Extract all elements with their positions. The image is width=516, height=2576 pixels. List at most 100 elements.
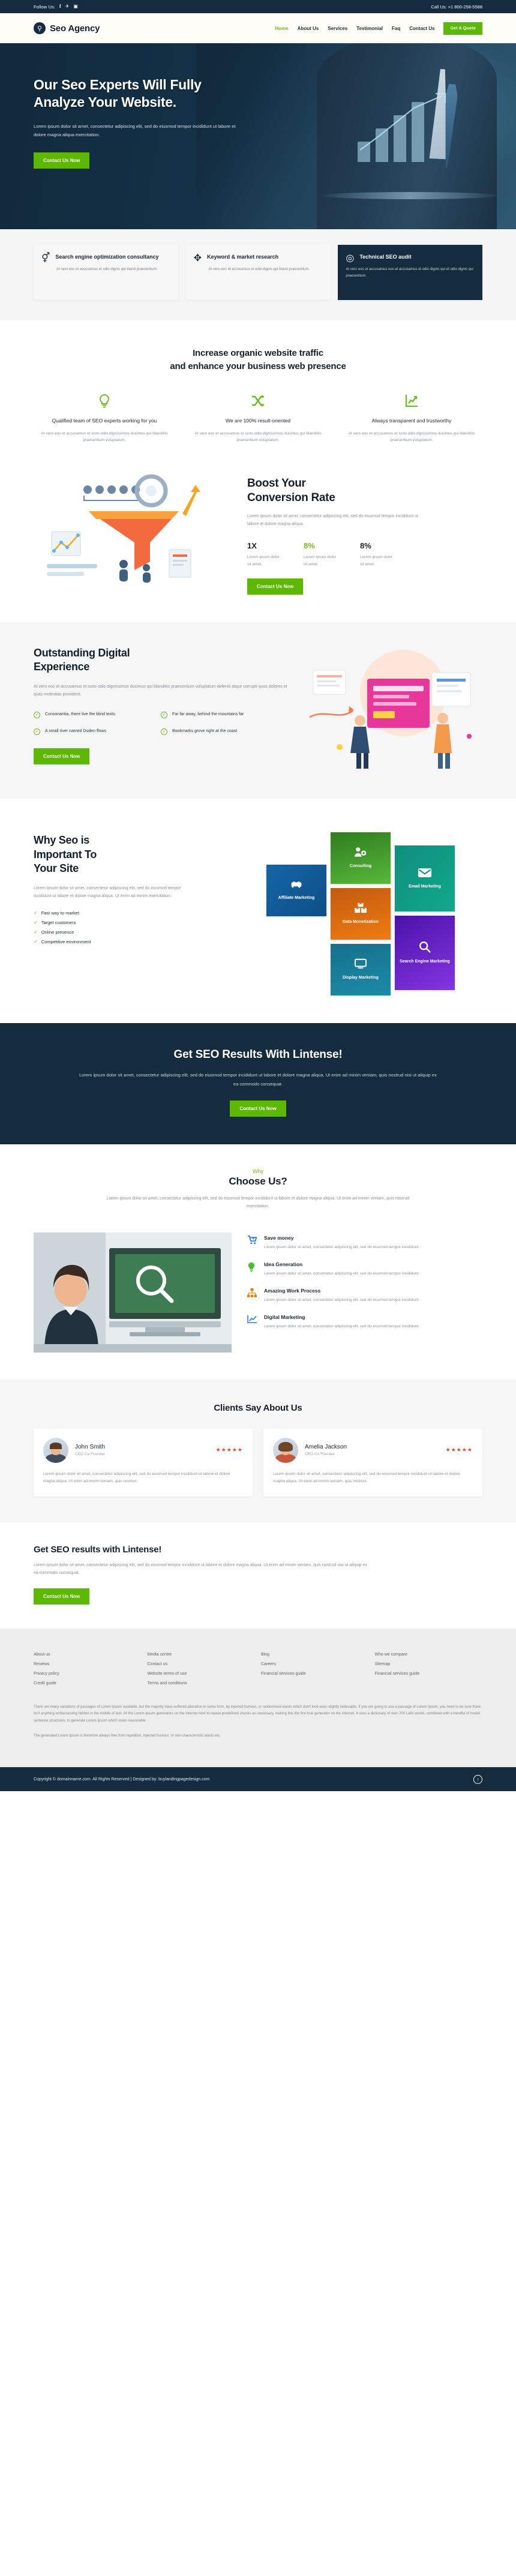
choose-item-title: Amazing Work Process [264, 1287, 321, 1294]
funnel-illustration [34, 474, 232, 594]
nav-item-contact-us[interactable]: Contact Us [409, 26, 434, 31]
choose-item-save-money: Save money Lorem ipsum dolor sit amet, c… [247, 1235, 482, 1251]
cta-title: Get SEO Results With Lintense! [173, 1048, 343, 1061]
results-title: Get SEO results with Lintense! [34, 1545, 162, 1555]
boost-paragraph: Lorem ipsum dolor sit amet, consectetur … [247, 514, 418, 526]
facebook-icon[interactable]: f [59, 4, 61, 9]
check-label: A small river named Duden flows [45, 728, 106, 733]
footer-link-blog[interactable]: Blog [261, 1653, 369, 1657]
boost-contact-button[interactable]: Contact Us Now [247, 578, 304, 595]
footer-note-1: There are many variations of passages of… [34, 1705, 481, 1723]
footer-link-credit-guide[interactable]: Credit guide [34, 1681, 142, 1686]
why-seo-title-line-1: Why Seo is [34, 833, 90, 846]
main-navigation: ⚲ Seo Agency Home About Us Services Test… [0, 13, 516, 43]
footer-link-website-terms[interactable]: Website terms of use [148, 1672, 256, 1676]
service-card-text: At vero eos et accusamus et odio dignis … [208, 268, 310, 271]
testimonial-card: Amelia Jackson CEO Co Founder ★★★★★ Lore… [263, 1428, 482, 1497]
results-contact-button[interactable]: Contact Us Now [34, 1588, 90, 1605]
footer-column-3: Blog Careers Financial services guide [261, 1653, 369, 1691]
nav-item-about-us[interactable]: About Us [298, 26, 319, 31]
footer-link-reviews[interactable]: Reviews [34, 1662, 142, 1666]
check-icon: ✓ [34, 938, 38, 944]
stat-label: Lorem ipsum dolor sit amet. [360, 555, 392, 566]
outstanding-check-list: ✓ Consonantia, there live the blind text… [34, 711, 288, 735]
tile-display-marketing[interactable]: Display Marketing [331, 943, 391, 995]
tile-affiliate-marketing[interactable]: Affiliate Marketing [266, 864, 326, 916]
choose-item-digital-marketing: Digital Marketing Lorem ipsum dolor sit … [247, 1314, 482, 1330]
get-a-quote-button[interactable]: Get A Quote [443, 22, 482, 35]
service-card-title: Search engine optimization consultancy [55, 254, 159, 260]
tile-label: Data Monetization [343, 920, 379, 925]
choose-kicker: Why [253, 1168, 263, 1175]
testimonials-section: Clients Say About Us John Smith CEO Co F… [0, 1378, 516, 1524]
feature-title: Always transparent and trustworthy [371, 417, 452, 424]
check-circle-icon: ✓ [34, 711, 40, 718]
footer-link-about-us[interactable]: About us [34, 1653, 142, 1657]
choose-item-text: Lorem ipsum dolor sit amet, consectetur … [264, 1297, 420, 1302]
footer-column-4: Who we compare Sitemap Financial service… [375, 1653, 483, 1691]
stat-item: 8% Lorem ipsum dolor sit amet. [304, 541, 340, 568]
heading-line-1: Increase organic website traffic [193, 348, 323, 358]
tile-consulting[interactable]: Consulting [331, 832, 391, 884]
testimonial-text: Lorem ipsum dolor sit amet, consectetur … [43, 1471, 230, 1484]
copyright-text: Copyright © domainname.com. All Rights R… [34, 1777, 210, 1782]
chart-line-icon [247, 1315, 258, 1330]
landing-page: Follow Us: f ✈ ▣ Call Us: +1 800-258-558… [0, 0, 516, 1792]
footer-link-financial-guide-2[interactable]: Financial services guide [375, 1672, 483, 1676]
outstanding-experience-section: Outstanding Digital Experience At vero e… [0, 622, 516, 799]
lightbulb-icon [247, 1262, 258, 1277]
nav-links: Home About Us Services Testimonial Faq C… [275, 22, 482, 35]
footer-link-careers[interactable]: Careers [261, 1662, 369, 1666]
service-card-technical-seo-audit[interactable]: ◎ Technical SEO audit At vero eos et acc… [338, 245, 483, 300]
footer-link-privacy-policy[interactable]: Privacy policy [34, 1672, 142, 1676]
nav-item-services[interactable]: Services [328, 26, 347, 31]
why-seo-title-line-2: Important To [34, 848, 97, 860]
rating-stars: ★★★★★ [215, 1447, 243, 1453]
footer-link-financial-guide[interactable]: Financial services guide [261, 1672, 369, 1676]
why-seo-paragraph: Lorem ipsum dolor sit amet, consectetur … [34, 886, 181, 899]
footer-link-contact-us[interactable]: Contact us [148, 1662, 256, 1666]
check-label: Far far away, behind the mountains far [172, 712, 244, 716]
footer-link-terms-conditions[interactable]: Terms and conditions [148, 1681, 256, 1686]
tile-email-marketing[interactable]: Email Marketing [395, 845, 455, 911]
hero-contact-button[interactable]: Contact Us Now [34, 152, 90, 169]
arrow-up-icon[interactable]: ↑ [473, 1774, 482, 1784]
footer-link-who-we-compare[interactable]: Who we compare [375, 1653, 483, 1657]
feature-text: At vero eos et accusamus et iusto odio d… [41, 431, 168, 443]
nav-item-testimonial[interactable]: Testimonial [356, 26, 383, 31]
instagram-icon[interactable]: ▣ [73, 4, 78, 9]
bullet-label: Fast way to market [41, 910, 80, 916]
hero-bar-chart-illustration [352, 88, 478, 178]
choose-us-photo [34, 1232, 232, 1353]
service-card-seo-consultancy[interactable]: ⚥ Search engine optimization consultancy… [34, 245, 178, 300]
check-label: Bookmarks grove right at the coast [172, 728, 238, 733]
nav-item-home[interactable]: Home [275, 26, 288, 31]
brand-logo[interactable]: ⚲ Seo Agency [34, 22, 100, 34]
twitter-icon[interactable]: ✈ [65, 4, 70, 9]
bullet-item: ✓ Target customers [34, 920, 254, 925]
outstanding-title-line-2: Experience [34, 661, 90, 673]
testimonial-card: John Smith CEO Co Founder ★★★★★ Lorem ip… [34, 1428, 253, 1497]
choose-item-text: Lorem ipsum dolor sit amet, consectetur … [264, 1271, 420, 1276]
service-cards-section: ⚥ Search engine optimization consultancy… [0, 229, 516, 320]
follow-us-label: Follow Us: [34, 4, 56, 10]
feature-text: At vero eos et accusamus et iusto odio d… [348, 431, 475, 443]
social-links: Follow Us: f ✈ ▣ [34, 4, 78, 10]
check-icon: ✓ [34, 919, 38, 925]
bullet-label: Online presence [41, 929, 74, 935]
choose-item-work-process: Amazing Work Process Lorem ipsum dolor s… [247, 1288, 482, 1304]
tile-search-engine-marketing[interactable]: Search Engine Marketing [395, 915, 455, 990]
bullet-label: Competitive environment [41, 938, 91, 944]
bullet-item: ✓ Fast way to market [34, 910, 254, 916]
cta-contact-button[interactable]: Contact Us Now [230, 1100, 286, 1117]
stat-value: 8% [360, 541, 371, 551]
why-seo-section: Why Seo is Important To Your Site Lorem … [0, 798, 516, 1023]
footer-link-sitemap[interactable]: Sitemap [375, 1662, 483, 1666]
service-card-keyword-research[interactable]: ✥ Keyword & market research At vero eos … [185, 245, 331, 300]
tile-data-monetization[interactable]: Data Monetization [331, 887, 391, 940]
stat-item: 1X Lorem ipsum dolor sit amet. [247, 541, 283, 568]
outstanding-contact-button[interactable]: Contact Us Now [34, 748, 90, 764]
nav-item-faq[interactable]: Faq [392, 26, 400, 31]
footer-link-media-centre[interactable]: Media centre [148, 1653, 256, 1657]
tile-label: Search Engine Marketing [400, 959, 450, 964]
